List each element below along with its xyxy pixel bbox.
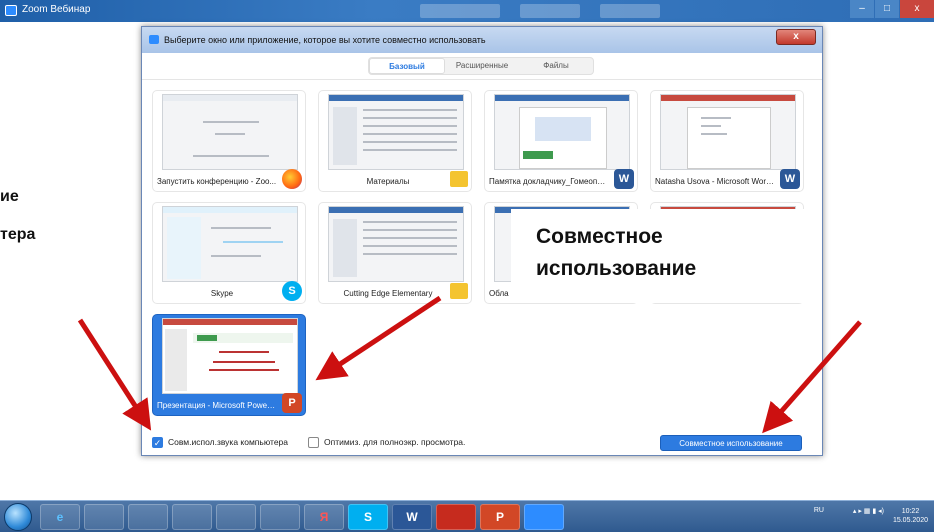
taskbar-explorer[interactable] (128, 504, 168, 530)
callout-line-2: использование (536, 257, 697, 280)
window-thumbnail (162, 206, 298, 282)
skype-icon: S (282, 281, 302, 301)
taskbar-acrobat[interactable] (436, 504, 476, 530)
windows-taskbar: e Я S W P RU ▴ ▸ ▦ ▮ ◂) 10:22 15.05.2020 (0, 500, 934, 532)
side-caption-line-2: тера (0, 226, 36, 243)
background-window-tab (420, 4, 500, 18)
clock-time: 10:22 (901, 508, 920, 515)
share-tile-powerpoint[interactable]: Презентация - Microsoft PowerP... P (152, 314, 306, 416)
arrow-to-audio-checkbox (77, 318, 152, 431)
clock-date: 15.05.2020 (892, 517, 928, 524)
share-button[interactable]: Совместное использование (660, 435, 802, 451)
optimize-fullscreen-label: Оптимиз. для полноэкр. просмотра. (324, 437, 466, 447)
dialog-bottom-bar: ✓ Совм.испол.звука компьютера Оптимиз. д… (142, 431, 822, 455)
maximize-icon[interactable]: □ (875, 0, 899, 18)
share-tile-word-document[interactable]: Natasha Usova - Microsoft Word ... W (650, 90, 804, 192)
word-icon: W (614, 169, 634, 189)
tile-label: Запустить конференцию - Zoo... (157, 177, 277, 186)
tile-label: Презентация - Microsoft PowerP... (157, 401, 277, 410)
callout-text: Совместное использование (536, 221, 696, 285)
folder-icon (450, 283, 468, 299)
share-tile-cutting-edge-folder[interactable]: Cutting Edge Elementary (318, 202, 472, 304)
word-icon: W (780, 169, 800, 189)
zoom-icon (149, 35, 159, 44)
taskbar-opera[interactable] (216, 504, 256, 530)
window-thumbnail (162, 318, 298, 394)
window-thumbnail (494, 94, 630, 170)
zoom-webinar-titlebar: Zoom Вебинар – □ x (0, 0, 934, 22)
share-tile-zoom-browser[interactable]: Запустить конференцию - Zoo... (152, 90, 306, 192)
taskbar-firefox[interactable] (260, 504, 300, 530)
share-audio-label: Совм.испол.звука компьютера (168, 437, 289, 447)
window-thumbnail (328, 94, 464, 170)
tab-basic[interactable]: Базовый (369, 58, 445, 74)
firefox-icon (282, 169, 302, 189)
tile-label: Материалы (366, 177, 410, 186)
side-caption-line-1: ие (0, 188, 19, 205)
dialog-close-button[interactable]: x (776, 29, 816, 45)
dialog-title: Выберите окно или приложение, которое вы… (164, 35, 486, 45)
tile-label: Skype (210, 289, 234, 298)
taskbar-app[interactable] (84, 504, 124, 530)
tile-label: Памятка докладчику_Гомеопат... (489, 177, 609, 186)
callout-line-1: Совместное (536, 225, 663, 248)
folder-icon (450, 171, 468, 187)
taskbar-skype[interactable]: S (348, 504, 388, 530)
tab-advanced[interactable]: Расширенные (445, 58, 519, 74)
background-window-tab (520, 4, 580, 18)
background-window-tab (600, 4, 660, 18)
callout-box: Совместное использование (511, 209, 813, 303)
tray-icons[interactable]: ▴ ▸ ▦ ▮ ◂) (853, 507, 884, 515)
taskbar-zoom[interactable] (524, 504, 564, 530)
divider (142, 79, 822, 80)
dialog-titlebar: Выберите окно или приложение, которое вы… (142, 27, 822, 53)
taskbar-yandex[interactable]: Я (304, 504, 344, 530)
share-tile-materials-folder[interactable]: Материалы (318, 90, 472, 192)
tile-label: Natasha Usova - Microsoft Word ... (655, 177, 775, 186)
desktop: Zoom Вебинар – □ x ие тера Выберите окно… (0, 0, 934, 532)
tab-files[interactable]: Файлы (519, 58, 593, 74)
close-icon[interactable]: x (900, 0, 934, 18)
taskbar-clock[interactable]: 10:22 15.05.2020 (893, 507, 928, 525)
taskbar-app[interactable] (172, 504, 212, 530)
powerpoint-icon: P (282, 393, 302, 413)
taskbar-ie[interactable]: e (40, 504, 80, 530)
app-title: Zoom Вебинар (22, 4, 91, 15)
optimize-fullscreen-checkbox[interactable] (308, 437, 319, 448)
taskbar-word[interactable]: W (392, 504, 432, 530)
language-indicator[interactable]: RU (814, 507, 824, 514)
minimize-icon[interactable]: – (850, 0, 874, 18)
start-button[interactable] (4, 503, 32, 531)
share-tabs: Базовый Расширенные Файлы (368, 57, 594, 75)
window-controls: – □ x (849, 0, 934, 20)
share-tile-skype[interactable]: Skype S (152, 202, 306, 304)
share-screen-dialog: Выберите окно или приложение, которое вы… (141, 26, 823, 456)
share-audio-checkbox[interactable]: ✓ (152, 437, 163, 448)
tile-label: Cutting Edge Elementary (343, 289, 433, 298)
taskbar-powerpoint[interactable]: P (480, 504, 520, 530)
window-thumbnail (328, 206, 464, 282)
window-thumbnail (660, 94, 796, 170)
window-thumbnail (162, 94, 298, 170)
zoom-icon (5, 5, 17, 16)
share-tile-word-memo[interactable]: Памятка докладчику_Гомеопат... W (484, 90, 638, 192)
